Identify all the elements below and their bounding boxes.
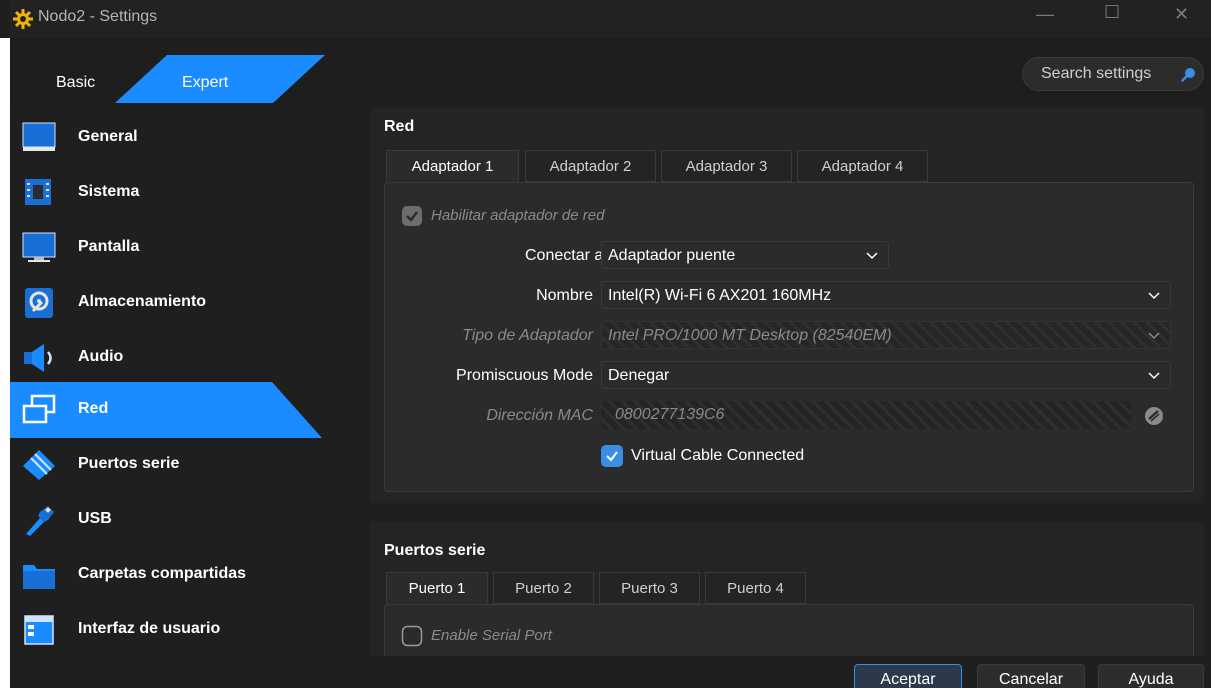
tab-adaptador-1[interactable]: Adaptador 1 (386, 150, 519, 182)
check-icon (606, 451, 618, 462)
usb-icon (26, 506, 54, 536)
title-bar-surface (10, 0, 1211, 38)
sidebar-item-label: USB (78, 510, 112, 527)
sidebar-item-general[interactable]: General (10, 112, 362, 164)
tab-puerto-2[interactable]: Puerto 2 (493, 572, 594, 604)
promiscuous-mode-label: Promiscuous Mode (456, 367, 593, 384)
tab-adaptador-2[interactable]: Adaptador 2 (525, 150, 656, 182)
name-select[interactable]: Intel(R) Wi-Fi 6 AX201 160MHz (601, 281, 1171, 309)
chevron-down-icon (1148, 292, 1160, 300)
name-value: Intel(R) Wi-Fi 6 AX201 160MHz (608, 287, 832, 304)
serial-port-icon (23, 450, 55, 480)
title-bar: Nodo2 - Settings — ☐ ✕ (0, 0, 1211, 38)
sidebar-item-interfaz-de-usuario[interactable]: Interfaz de usuario (10, 604, 362, 656)
chevron-down-icon (1148, 332, 1160, 340)
checked-disabled-icon (402, 206, 422, 226)
section-title: Red (384, 118, 415, 135)
expert-mode-button[interactable]: Expert (182, 74, 228, 92)
section-title: Puertos serie (384, 542, 486, 559)
sidebar-item-audio[interactable]: Audio (10, 332, 362, 384)
sidebar-item-almacenamiento[interactable]: Almacenamiento (10, 277, 362, 329)
sidebar-item-label: General (78, 128, 138, 145)
sidebar-item-label: Interfaz de usuario (78, 620, 221, 637)
sidebar-item-label: Almacenamiento (78, 293, 207, 310)
adapter-type-value: Intel PRO/1000 MT Desktop (82540EM) (608, 327, 892, 344)
close-button[interactable]: ✕ (1174, 4, 1189, 25)
serial-ports-section: Puertos serie Puerto 1 Puerto 2 Puerto 3… (370, 522, 1204, 664)
sidebar-item-label: Red (78, 400, 109, 417)
promiscuous-mode-select[interactable]: Denegar (601, 361, 1171, 389)
speaker-icon (24, 344, 52, 372)
tab-puerto-4[interactable]: Puerto 4 (705, 572, 806, 604)
basic-mode-button[interactable]: Basic (56, 74, 95, 92)
maximize-button[interactable]: ☐ (1104, 2, 1120, 23)
checkbox-checked (601, 445, 623, 467)
virtual-cable-label: Virtual Cable Connected (631, 447, 805, 464)
sidebar-item-sistema[interactable]: Sistema (10, 167, 362, 219)
window-icon (24, 615, 54, 645)
search-field[interactable]: Search settings (1022, 57, 1204, 91)
chevron-down-icon (866, 252, 878, 260)
sidebar-item-usb[interactable]: USB (10, 494, 362, 546)
attach-to-select[interactable]: Adaptador puente (601, 241, 889, 269)
mac-address-label: Dirección MAC (486, 407, 593, 424)
sidebar-item-label: Sistema (78, 183, 140, 200)
attach-to-label: Conectar a (525, 247, 604, 264)
network-icon (22, 394, 56, 424)
sidebar-item-red[interactable]: Red (10, 384, 362, 436)
refresh-mac-icon[interactable] (1143, 405, 1165, 427)
tab-puerto-1[interactable]: Puerto 1 (386, 572, 488, 604)
chip-icon (25, 179, 51, 205)
search-icon (1181, 68, 1195, 82)
mac-address-field: 0800277139C6 (601, 401, 1131, 429)
attach-to-value: Adaptador puente (608, 247, 736, 264)
chevron-down-icon (1148, 372, 1160, 380)
sidebar-item-pantalla[interactable]: Pantalla (10, 222, 362, 274)
display-icon (22, 232, 56, 262)
sidebar-item-puertos-serie[interactable]: Puertos serie (10, 439, 362, 491)
adapter-tab-body: Habilitar adaptador de red Conectar a Ad… (384, 182, 1194, 492)
promiscuous-mode-value: Denegar (608, 367, 670, 384)
tab-adaptador-3[interactable]: Adaptador 3 (661, 150, 792, 182)
serial-tab-body: Enable Serial Port (384, 604, 1194, 664)
sidebar-item-label: Audio (78, 348, 124, 365)
adapter-type-label: Tipo de Adaptador (462, 327, 593, 344)
settings-sidebar: General Sistema Pantalla Almacenamiento (10, 110, 362, 656)
network-section: Red Adaptador 1 Adaptador 2 Adaptador 3 … (370, 108, 1204, 503)
outer-background (0, 0, 10, 691)
sidebar-item-label: Carpetas compartidas (78, 565, 247, 582)
minimize-button[interactable]: — (1036, 4, 1054, 25)
search-placeholder: Search settings (1041, 65, 1152, 82)
mac-address-value: 0800277139C6 (615, 406, 725, 423)
sidebar-item-carpetas-compartidas[interactable]: Carpetas compartidas (10, 549, 362, 601)
monitor-icon (22, 122, 56, 151)
adapter-type-select: Intel PRO/1000 MT Desktop (82540EM) (601, 321, 1171, 349)
sidebar-item-label: Puertos serie (78, 455, 180, 472)
window-title: Nodo2 - Settings (38, 8, 158, 25)
tab-puerto-3[interactable]: Puerto 3 (599, 572, 700, 604)
virtualbox-app-icon (13, 9, 33, 29)
help-button[interactable]: Ayuda (1098, 664, 1204, 691)
sidebar-item-label: Pantalla (78, 238, 140, 255)
enable-adapter-label: Habilitar adaptador de red (431, 207, 605, 224)
checkbox-unchecked-icon (401, 625, 423, 647)
tab-adaptador-4[interactable]: Adaptador 4 (797, 150, 928, 182)
enable-serial-port-label: Enable Serial Port (431, 627, 552, 644)
cancel-button[interactable]: Cancelar (977, 664, 1085, 691)
storage-icon (25, 288, 53, 318)
accept-button[interactable]: Aceptar (854, 664, 962, 691)
folder-icon (23, 565, 55, 589)
name-label: Nombre (536, 287, 593, 304)
